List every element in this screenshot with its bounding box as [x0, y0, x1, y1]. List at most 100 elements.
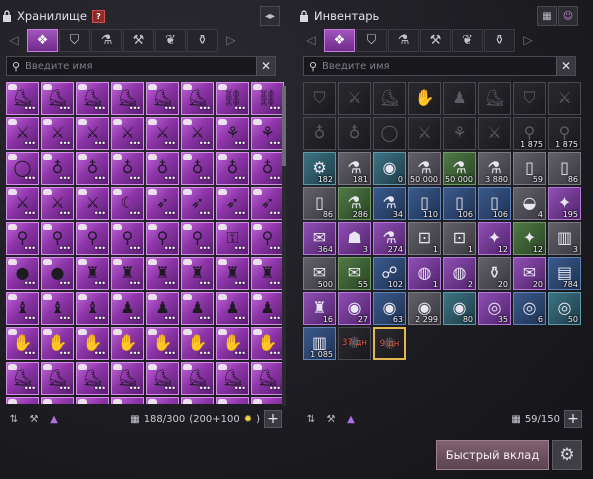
storage-slot[interactable]: ☾ •••: [111, 187, 144, 220]
inventory-slot[interactable]: ◒ 4: [513, 187, 546, 220]
inventory-slot[interactable]: ▯ 59: [513, 152, 546, 185]
anvil-icon[interactable]: ⚒: [323, 411, 339, 427]
storage-slot[interactable]: ➶ •••: [146, 187, 179, 220]
storage-slot[interactable]: ♁ •••: [41, 152, 74, 185]
storage-slot[interactable]: ⚔ •••: [181, 117, 214, 150]
storage-slot[interactable]: ⛸ •••: [216, 362, 249, 395]
pouch-icon[interactable]: ⚱: [187, 28, 218, 52]
storage-slot[interactable]: ⛓ •••: [251, 82, 284, 115]
inventory-slot[interactable]: ⚙ 182: [303, 152, 336, 185]
inventory-slot[interactable]: ⊡ 1: [443, 222, 476, 255]
storage-slot[interactable]: ● •••: [41, 257, 74, 290]
inventory-slot[interactable]: ⊡ 1: [408, 222, 441, 255]
armor-icon[interactable]: ⛉: [356, 28, 387, 52]
storage-slot[interactable]: ⚘ •••: [251, 117, 284, 150]
inventory-slot[interactable]: ▥ 3: [548, 222, 581, 255]
expand-inventory-button[interactable]: +: [564, 410, 582, 428]
inventory-slot[interactable]: ⛸: [478, 82, 511, 115]
inventory-slot[interactable]: ✺ 37 дн: [338, 327, 371, 360]
storage-slot[interactable]: ⛸: [181, 397, 214, 404]
inventory-slot[interactable]: ⚔: [408, 117, 441, 150]
tab-prev-arrow-icon[interactable]: ◁: [2, 29, 26, 52]
inventory-slot[interactable]: ⚔: [478, 117, 511, 150]
storage-slot[interactable]: ⛸: [41, 397, 74, 404]
storage-scrollbar[interactable]: [282, 86, 286, 406]
inventory-slot[interactable]: ♟: [443, 82, 476, 115]
inventory-slot[interactable]: ⚱ 20: [478, 257, 511, 290]
storage-slot[interactable]: ⚲ •••: [181, 222, 214, 255]
inventory-slot[interactable]: ⚗ 181: [338, 152, 371, 185]
storage-slot[interactable]: ♜ •••: [216, 257, 249, 290]
storage-slot[interactable]: ✋ •••: [41, 327, 74, 360]
inventory-slot[interactable]: ⚲ 1 875: [513, 117, 546, 150]
storage-slot[interactable]: ⛸ •••: [111, 82, 144, 115]
storage-slot[interactable]: ♁ •••: [181, 152, 214, 185]
tab-prev-arrow-icon[interactable]: ◁: [299, 29, 323, 52]
grade-filter-icon[interactable]: ▲: [343, 411, 359, 427]
quick-deposit-button[interactable]: Быстрый вклад: [436, 440, 549, 470]
storage-slot[interactable]: ⛸ •••: [251, 362, 284, 395]
storage-slot[interactable]: ⚔ •••: [146, 117, 179, 150]
inventory-slot[interactable]: ☗ 3: [338, 222, 371, 255]
storage-slot[interactable]: ⚲ •••: [251, 222, 284, 255]
storage-slot[interactable]: ⛸ •••: [6, 82, 39, 115]
storage-slot[interactable]: ⛸ •••: [76, 362, 109, 395]
storage-slot[interactable]: ♁ •••: [111, 152, 144, 185]
storage-slot[interactable]: ♝ •••: [76, 292, 109, 325]
gear-icon[interactable]: ⚙: [552, 440, 582, 470]
inventory-search-input[interactable]: [322, 60, 556, 72]
pouch-icon[interactable]: ⚱: [484, 28, 515, 52]
inventory-slot[interactable]: ⚗ 274: [373, 222, 406, 255]
storage-slot[interactable]: ⚔ •••: [6, 117, 39, 150]
anvil-icon[interactable]: ⚒: [26, 411, 42, 427]
anvil-icon[interactable]: ⚒: [420, 28, 451, 52]
inventory-slot[interactable]: ◉ 27: [338, 292, 371, 325]
tab-next-arrow-icon[interactable]: ▷: [219, 29, 243, 52]
storage-search-input[interactable]: [25, 60, 256, 72]
inventory-slot[interactable]: ⚗ 50 000: [408, 152, 441, 185]
storage-slot[interactable]: ⛸ •••: [111, 362, 144, 395]
storage-slot[interactable]: ✋ •••: [76, 327, 109, 360]
storage-slot[interactable]: ✋ •••: [181, 327, 214, 360]
storage-slot[interactable]: ♁ •••: [251, 152, 284, 185]
storage-slot[interactable]: ⛸: [111, 397, 144, 404]
inventory-slot[interactable]: ✦ 195: [548, 187, 581, 220]
storage-slot[interactable]: ➶ •••: [181, 187, 214, 220]
clear-search-icon[interactable]: ✕: [256, 57, 275, 75]
storage-slot[interactable]: ⚿ •••: [216, 222, 249, 255]
storage-slot[interactable]: ⚔ •••: [76, 117, 109, 150]
scrollbar-thumb[interactable]: [282, 86, 286, 166]
storage-slot[interactable]: ♟ •••: [146, 292, 179, 325]
storage-slot[interactable]: ⚘ •••: [216, 117, 249, 150]
inventory-slot[interactable]: ◉ 80: [443, 292, 476, 325]
storage-slot[interactable]: ⚔ •••: [41, 117, 74, 150]
storage-slot[interactable]: ♁ •••: [216, 152, 249, 185]
storage-slot[interactable]: ⚲ •••: [111, 222, 144, 255]
inventory-slot[interactable]: ◍ 1: [408, 257, 441, 290]
all-grid-icon[interactable]: ❖: [27, 28, 58, 52]
merge-arrows-icon[interactable]: ◂▸: [260, 6, 280, 26]
inventory-slot[interactable]: ✉ 55: [338, 257, 371, 290]
storage-slot[interactable]: ♟ •••: [216, 292, 249, 325]
storage-slot[interactable]: ⛸ •••: [146, 82, 179, 115]
inventory-slot[interactable]: ♁: [338, 117, 371, 150]
help-icon[interactable]: ?: [91, 9, 105, 23]
storage-slot[interactable]: ⚔ •••: [6, 187, 39, 220]
inventory-slot[interactable]: ⛉: [303, 82, 336, 115]
grade-filter-icon[interactable]: ▲: [46, 411, 62, 427]
storage-slot[interactable]: ♟ •••: [111, 292, 144, 325]
inventory-slot[interactable]: ♁: [303, 117, 336, 150]
storage-slot[interactable]: ⛸ •••: [41, 82, 74, 115]
storage-slot[interactable]: ✋ •••: [146, 327, 179, 360]
storage-slot[interactable]: ⛸: [6, 397, 39, 404]
inventory-slot[interactable]: ◉ 0: [373, 152, 406, 185]
inventory-slot[interactable]: ▯ 106: [443, 187, 476, 220]
inventory-slot[interactable]: ✉ 500: [303, 257, 336, 290]
inventory-slot[interactable]: ⚲ 1 875: [548, 117, 581, 150]
inventory-slot[interactable]: ♜ 16: [303, 292, 336, 325]
storage-slot[interactable]: ♝ •••: [41, 292, 74, 325]
potion-icon[interactable]: ⚗: [91, 28, 122, 52]
inventory-slot[interactable]: ✺ 9 дн: [373, 327, 406, 360]
storage-slot[interactable]: ➶ •••: [216, 187, 249, 220]
inventory-slot[interactable]: ◎ 6: [513, 292, 546, 325]
